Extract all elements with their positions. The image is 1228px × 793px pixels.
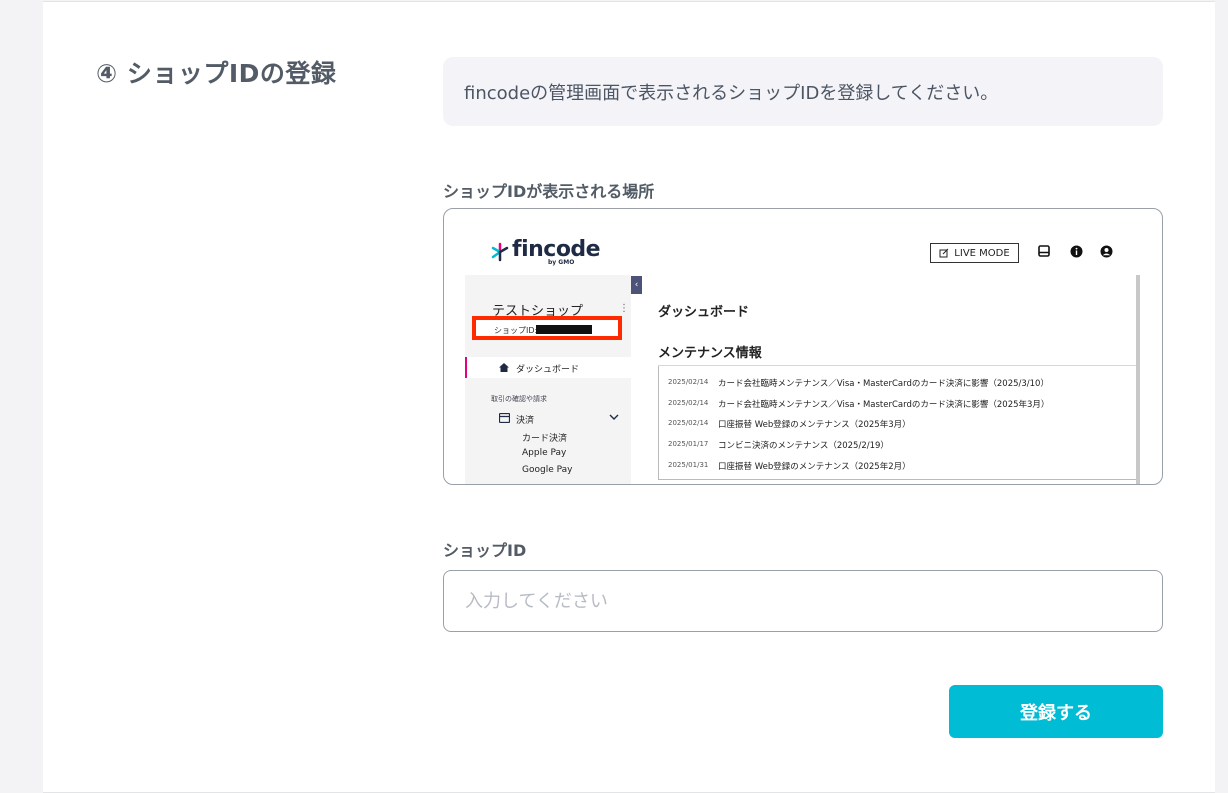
list-item-text: カード会社臨時メンテナンス／Visa・MasterCardのカード決済に影響（2… <box>718 400 1050 410</box>
list-item: 2025/02/14 口座振替 Web登録のメンテナンス（2025年3月） <box>668 418 911 430</box>
list-item-text: 口座振替 Web登録のメンテナンス（2025年3月） <box>718 420 911 430</box>
shop-id-label: ショップID <box>443 541 527 560</box>
list-item: 2025/01/17 コンビニ決済のメンテナンス（2025/2/19） <box>668 439 889 451</box>
logo-sub: by GMO <box>548 259 575 266</box>
info-box: fincodeの管理画面で表示されるショップIDを登録してください。 <box>443 57 1163 126</box>
external-link-icon <box>939 248 949 258</box>
inbox-icon <box>1038 245 1050 257</box>
list-item-date: 2025/01/31 <box>668 461 709 469</box>
list-item-text: カード会社臨時メンテナンス／Visa・MasterCardのカード決済に影響（2… <box>718 379 1049 389</box>
account-icon <box>1100 245 1113 258</box>
register-button[interactable]: 登録する <box>949 685 1163 738</box>
nav-selected-bar <box>465 357 467 378</box>
list-item-date: 2025/02/14 <box>668 378 709 386</box>
list-item-text: コンビニ決済のメンテナンス（2025/2/19） <box>718 441 889 451</box>
info-icon <box>1070 245 1083 258</box>
list-item-text: 口座振替 Web登録のメンテナンス（2025年2月） <box>718 462 911 472</box>
list-item-date: 2025/01/17 <box>668 440 709 448</box>
nav-apple-pay: Apple Pay <box>522 448 567 458</box>
shop-id-highlight: ショップID: <box>472 316 622 340</box>
nav-google-pay: Google Pay <box>522 465 573 475</box>
live-mode-label: LIVE MODE <box>954 247 1010 259</box>
list-item-date: 2025/02/14 <box>668 399 709 407</box>
shop-id-input[interactable] <box>443 570 1163 632</box>
shop-id-location-preview: fincode by GMO LIVE MODE テストショップ ⋮ ショップI… <box>443 208 1163 485</box>
chevron-down-icon <box>609 414 619 420</box>
nav-dashboard: ダッシュボード <box>516 365 580 375</box>
shop-id-mask <box>536 325 592 334</box>
live-mode-badge: LIVE MODE <box>930 243 1019 263</box>
list-item-date: 2025/02/14 <box>668 419 709 427</box>
section-title: ④ ショップIDの登録 <box>96 59 337 88</box>
preview-maintenance-title: メンテナンス情報 <box>658 346 762 361</box>
home-icon <box>499 363 509 372</box>
collapse-icon: ‹ <box>631 276 642 294</box>
info-text: fincodeの管理画面で表示されるショップIDを登録してください。 <box>464 82 999 104</box>
more-icon: ⋮ <box>619 303 629 314</box>
preview-dashboard-title: ダッシュボード <box>658 305 750 320</box>
nav-section-label: 取引の確認や請求 <box>491 395 547 403</box>
payment-icon <box>499 413 510 423</box>
preview-scrollbar <box>1136 275 1140 484</box>
list-item: 2025/01/31 口座振替 Web登録のメンテナンス（2025年2月） <box>668 460 911 472</box>
list-item: 2025/02/14 カード会社臨時メンテナンス／Visa・MasterCard… <box>668 377 1049 389</box>
shop-id-label-preview: ショップID: <box>494 326 538 335</box>
nav-card-payment: カード決済 <box>522 434 568 444</box>
preview-label: ショップIDが表示される場所 <box>443 182 655 201</box>
fincode-asterisk-icon <box>491 242 509 262</box>
list-item: 2025/02/14 カード会社臨時メンテナンス／Visa・MasterCard… <box>668 398 1049 410</box>
fincode-logo: fincode <box>490 237 601 262</box>
nav-payment: 決済 <box>516 416 535 426</box>
